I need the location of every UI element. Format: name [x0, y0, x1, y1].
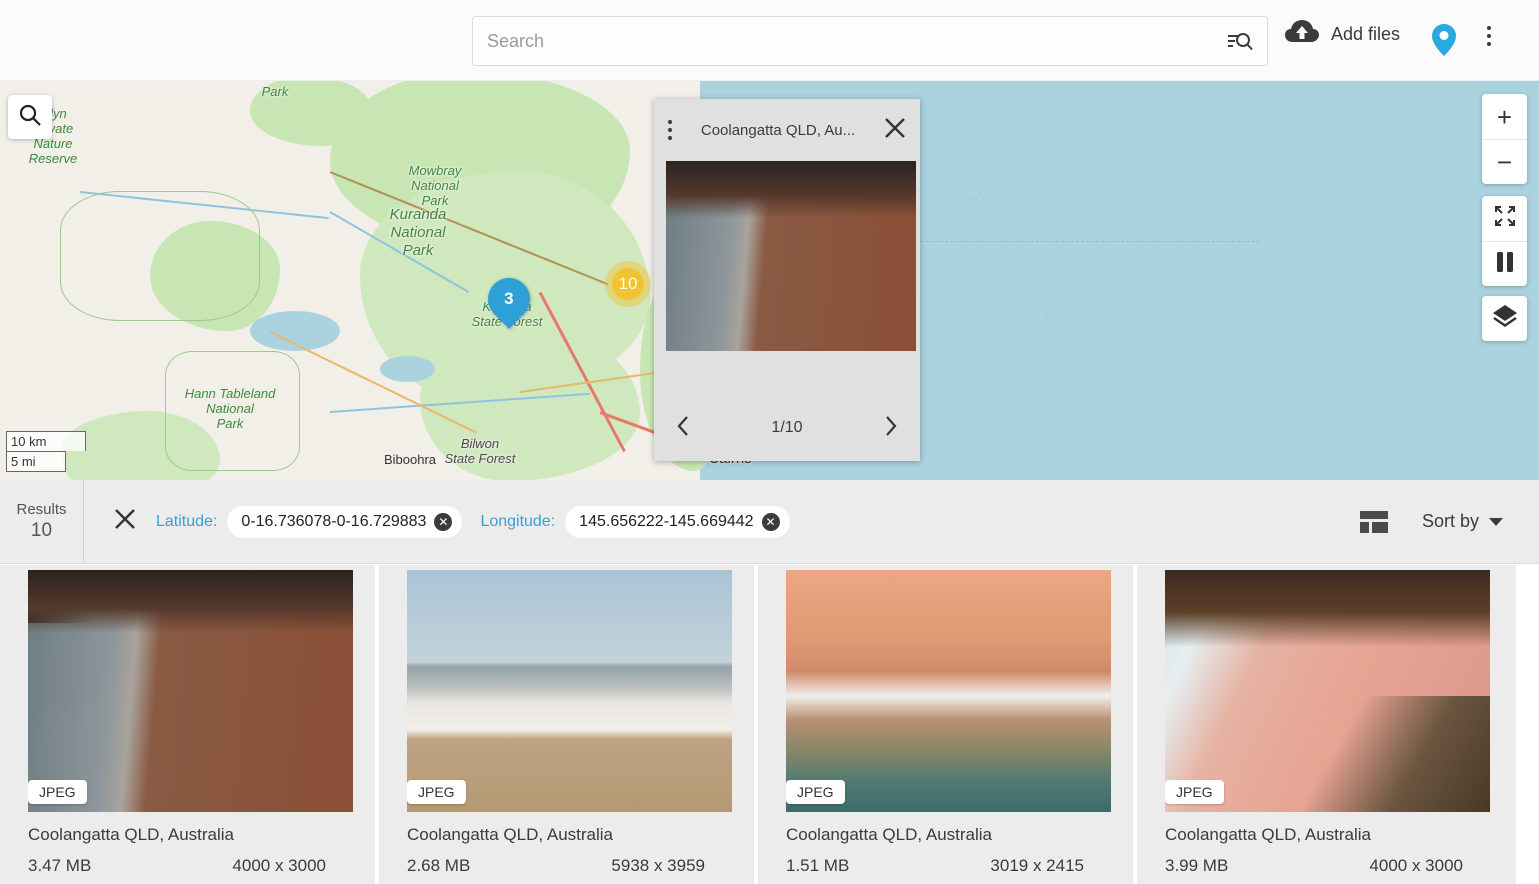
result-card[interactable]: JPEG Coolangatta QLD, Australia 3.47 MB …	[0, 565, 379, 884]
sort-by-label: Sort by	[1421, 511, 1479, 531]
chevron-down-icon	[1489, 517, 1503, 526]
result-dimensions: 4000 x 3000	[1369, 856, 1463, 875]
map-layers-control	[1482, 296, 1527, 341]
zoom-out-button[interactable]: −	[1482, 139, 1527, 184]
filter-chip-latitude: Latitude: 0-16.736078-0-16.729883 ✕	[156, 505, 463, 538]
filter-chip-longitude: Longitude: 145.656222-145.669442 ✕	[480, 505, 790, 538]
popup-pagination: 1/10	[654, 395, 920, 461]
result-title: Coolangatta QLD, Australia	[28, 825, 235, 844]
filter-chip-value[interactable]: 0-16.736078-0-16.729883 ✕	[227, 505, 463, 538]
file-type-badge: JPEG	[1165, 780, 1224, 804]
zoom-out-label: −	[1496, 147, 1513, 177]
map-view-controls	[1482, 196, 1527, 286]
popup-prev-button[interactable]	[676, 415, 690, 442]
clear-all-filters-button[interactable]	[114, 508, 136, 535]
zoom-in-button[interactable]: +	[1482, 94, 1527, 139]
scale-imperial: 5 mi	[6, 451, 66, 472]
scale-metric: 10 km	[6, 431, 86, 451]
result-card[interactable]: JPEG Coolangatta QLD, Australia 1.51 MB …	[758, 565, 1137, 884]
result-title: Coolangatta QLD, Australia	[1165, 825, 1372, 844]
map-reef: ·· · · ·:	[1035, 304, 1051, 320]
popup-close-icon[interactable]	[884, 117, 906, 144]
remove-chip-icon[interactable]: ✕	[434, 512, 453, 531]
map-search-button[interactable]	[8, 95, 52, 139]
filter-chip-key: Longitude:	[480, 512, 556, 530]
result-meta: 1.51 MB 3019 x 2415	[786, 856, 1084, 876]
popup-image-thumbnail	[666, 161, 916, 351]
result-card[interactable]: JPEG Coolangatta QLD, Australia 2.68 MB …	[379, 565, 758, 884]
popup-image[interactable]	[666, 161, 916, 351]
result-filesize: 3.47 MB	[28, 856, 92, 875]
remove-chip-icon[interactable]: ✕	[761, 512, 780, 531]
map-popup[interactable]: Coolangatta QLD, Au... 1/10	[654, 99, 920, 461]
search-list-icon[interactable]	[1227, 30, 1267, 52]
search-bar[interactable]	[472, 16, 1268, 66]
result-filesize: 1.51 MB	[786, 856, 850, 875]
result-meta: 2.68 MB 5938 x 3959	[407, 856, 705, 876]
result-title: Coolangatta QLD, Australia	[407, 825, 614, 844]
file-type-badge: JPEG	[407, 780, 466, 804]
layers-icon	[1492, 304, 1518, 333]
filter-chip-value-text: 145.656222-145.669442	[579, 512, 754, 530]
map-boundary	[60, 191, 260, 321]
filter-bar: Results 10 Latitude: 0-16.736078-0-16.72…	[0, 479, 1539, 564]
popup-next-button[interactable]	[884, 415, 898, 442]
result-filesize: 3.99 MB	[1165, 856, 1229, 875]
filter-bar-actions: Sort by	[1359, 510, 1539, 533]
popup-title: Coolangatta QLD, Au...	[700, 121, 856, 139]
magnifier-icon	[18, 103, 42, 132]
pause-icon	[1496, 251, 1514, 277]
pause-button[interactable]	[1482, 241, 1527, 286]
top-bar: Add files	[0, 0, 1539, 81]
file-type-badge: JPEG	[786, 780, 845, 804]
filter-chip-value[interactable]: 145.656222-145.669442 ✕	[565, 505, 790, 538]
result-title: Coolangatta QLD, Australia	[786, 825, 993, 844]
map-sea-contour	[1050, 261, 1539, 480]
result-filesize: 2.68 MB	[407, 856, 471, 875]
result-dimensions: 3019 x 2415	[990, 856, 1084, 875]
result-dimensions: 4000 x 3000	[232, 856, 326, 875]
result-meta: 3.47 MB 4000 x 3000	[28, 856, 326, 876]
filter-chip-value-text: 0-16.736078-0-16.729883	[241, 512, 427, 530]
filter-chip-key: Latitude:	[156, 512, 218, 530]
file-type-badge: JPEG	[28, 780, 87, 804]
map-park-area	[420, 331, 640, 480]
result-thumbnail[interactable]: JPEG	[28, 570, 353, 812]
kebab-menu-icon[interactable]	[1487, 26, 1491, 46]
map-scale-bar: 10 km 5 mi	[6, 431, 86, 472]
map-water	[380, 356, 435, 382]
layout-grid-icon[interactable]	[1359, 510, 1388, 533]
add-files-label: Add files	[1331, 24, 1401, 44]
add-files-button[interactable]: Add files	[1285, 19, 1400, 50]
results-label: Results	[16, 501, 67, 518]
popup-header: Coolangatta QLD, Au...	[654, 99, 920, 161]
map-reef: ·:· ·	[1085, 409, 1104, 419]
map-cluster-count: 10	[618, 274, 638, 293]
map-marker-count: 3	[504, 289, 514, 308]
map-pin-icon[interactable]	[1432, 24, 1456, 61]
result-card[interactable]: JPEG Coolangatta QLD, Australia 3.99 MB …	[1137, 565, 1516, 884]
popup-counter: 1/10	[771, 419, 803, 436]
result-thumbnail[interactable]: JPEG	[1165, 570, 1490, 812]
results-grid: JPEG Coolangatta QLD, Australia 3.47 MB …	[0, 565, 1539, 884]
results-count: 10	[30, 520, 53, 541]
cloud-upload-icon	[1285, 19, 1319, 50]
result-thumbnail[interactable]: JPEG	[407, 570, 732, 812]
layers-button[interactable]	[1482, 296, 1527, 341]
results-summary: Results 10	[0, 479, 84, 564]
zoom-in-label: +	[1496, 101, 1513, 132]
map-boundary	[165, 351, 300, 471]
expand-arrows-icon	[1494, 205, 1516, 232]
result-thumbnail[interactable]: JPEG	[786, 570, 1111, 812]
map-zoom-controls: + −	[1482, 94, 1527, 184]
search-input[interactable]	[473, 18, 1227, 64]
result-meta: 3.99 MB 4000 x 3000	[1165, 856, 1463, 876]
fullscreen-button[interactable]	[1482, 196, 1527, 241]
result-dimensions: 5938 x 3959	[611, 856, 705, 875]
sort-by-dropdown[interactable]: Sort by	[1422, 511, 1503, 532]
map-marker-cluster[interactable]: 10	[605, 261, 651, 307]
map-reef: · ·:· · ·:·· ·	[960, 194, 987, 210]
